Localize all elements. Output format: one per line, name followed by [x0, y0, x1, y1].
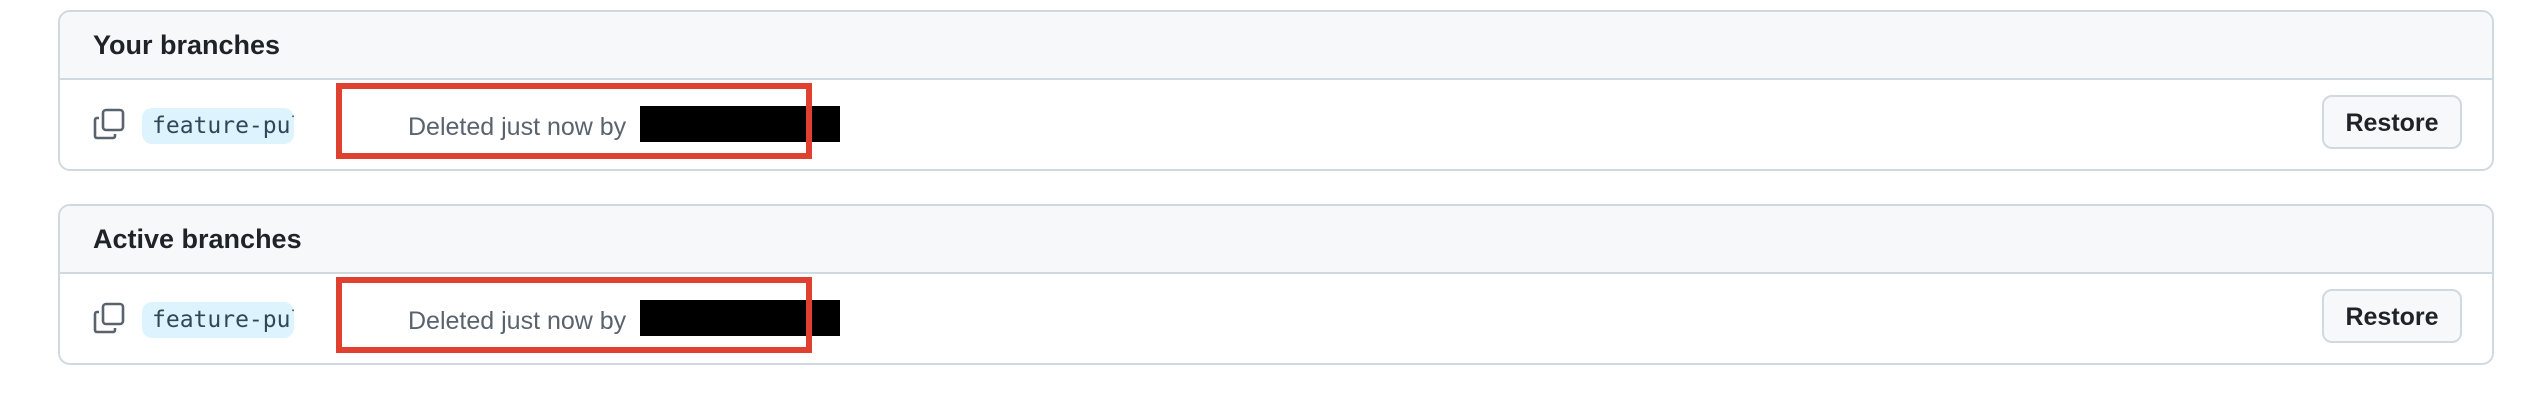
copy-icon[interactable] — [92, 107, 126, 141]
annotation-highlight-box — [336, 277, 812, 353]
active-branches-heading: Active branches — [60, 206, 2492, 274]
restore-button[interactable]: Restore — [2322, 289, 2462, 343]
restore-button[interactable]: Restore — [2322, 95, 2462, 149]
branch-name-link[interactable]: feature-pull_r… — [142, 302, 294, 338]
annotation-highlight-box — [336, 83, 812, 159]
copy-icon[interactable] — [92, 301, 126, 335]
branch-name-link[interactable]: feature-pull_r… — [142, 108, 294, 144]
your-branches-heading: Your branches — [60, 12, 2492, 80]
